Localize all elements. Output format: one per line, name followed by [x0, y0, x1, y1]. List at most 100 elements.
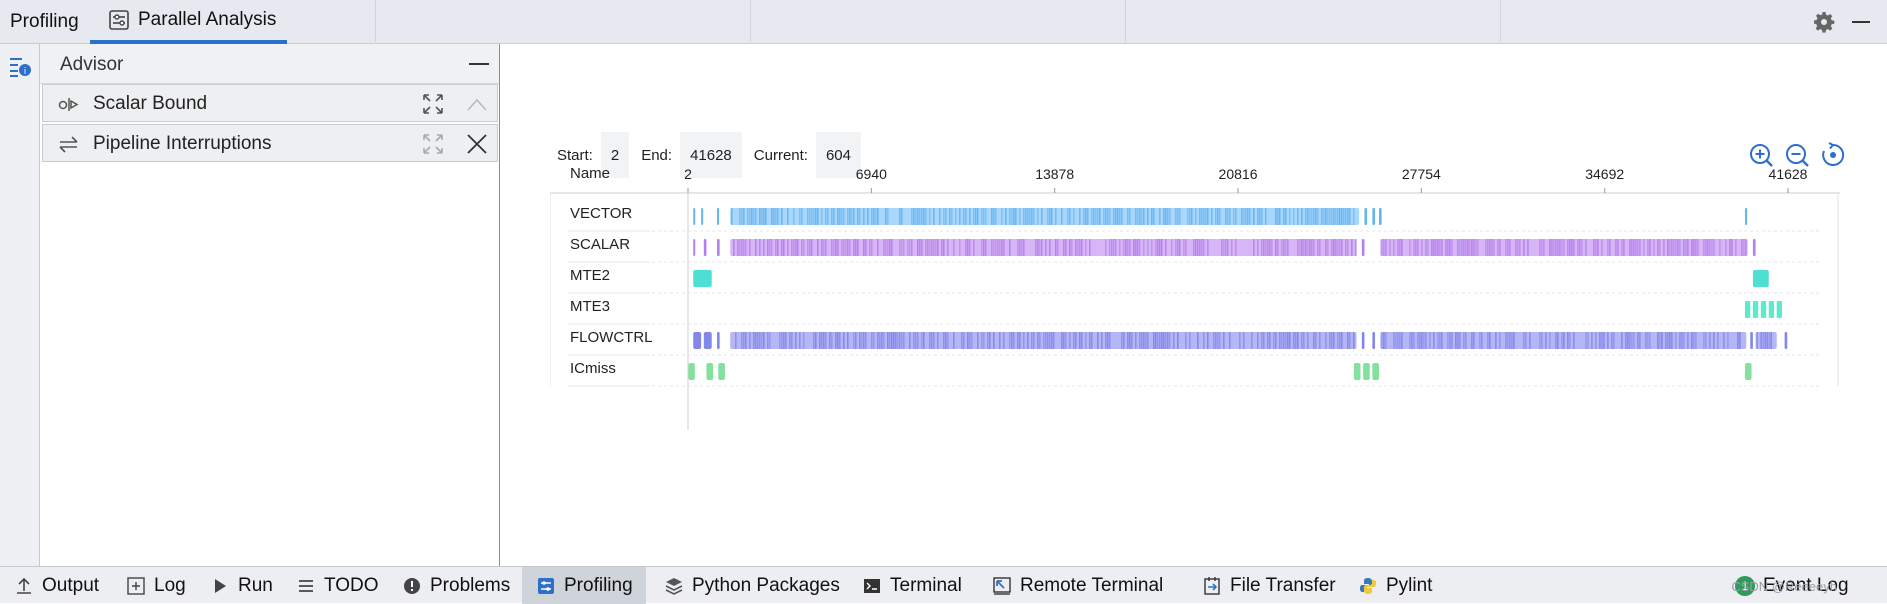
- profiling-icon: [538, 577, 554, 594]
- segment-vector[interactable]: [1378, 208, 1382, 225]
- tab-output-label: Output: [42, 574, 100, 596]
- segment-flowctrl[interactable]: [703, 332, 712, 349]
- tab-python-packages[interactable]: Python Packages: [664, 567, 840, 604]
- pipeline-timeline-chart: Name 2 6940 13878 20816 27754 34692 41628 VECT…: [550, 160, 1840, 430]
- advisor-minimize-icon[interactable]: [469, 63, 489, 65]
- svg-text:i: i: [24, 67, 27, 77]
- layers-icon: [665, 577, 683, 595]
- terminal-icon: [864, 578, 880, 593]
- advisor-item-label: Pipeline Interruptions: [93, 133, 272, 154]
- tab-profiling[interactable]: Profiling: [10, 0, 79, 44]
- segment-vector[interactable]: [730, 208, 1360, 225]
- segment-mte3[interactable]: [1744, 301, 1751, 318]
- advisor-panel-icon[interactable]: i: [8, 54, 32, 78]
- segment-vector[interactable]: [717, 208, 720, 225]
- list-icon: [299, 579, 313, 592]
- segment-flowctrl[interactable]: [693, 332, 702, 349]
- tab-log[interactable]: Log: [126, 567, 186, 604]
- advisor-panel: Advisor Scalar Bound Pipeline Interrupti…: [40, 44, 500, 566]
- segment-flowctrl[interactable]: [717, 332, 720, 349]
- tab-run-label: Run: [238, 574, 273, 596]
- segment-mte2[interactable]: [1752, 270, 1769, 287]
- segment-vector[interactable]: [701, 208, 704, 225]
- segment-flowctrl[interactable]: [1361, 332, 1365, 349]
- tab-output[interactable]: Output: [14, 567, 99, 604]
- segment-scalar[interactable]: [730, 239, 1357, 256]
- segment-vector[interactable]: [1364, 208, 1368, 225]
- minimize-icon[interactable]: [1852, 21, 1870, 23]
- segment-flowctrl[interactable]: [1380, 332, 1747, 349]
- segment-mte3[interactable]: [1768, 301, 1775, 318]
- tab-remote-terminal-label: Remote Terminal: [1020, 574, 1164, 596]
- segment-scalar[interactable]: [1752, 239, 1756, 256]
- bottom-tool-bar: Output Log Run TODO Problems Profiling P…: [0, 566, 1887, 604]
- tab-terminal[interactable]: Terminal: [862, 567, 962, 604]
- parallel-analysis-icon: [109, 10, 129, 30]
- tab-run[interactable]: Run: [210, 567, 273, 604]
- upload-icon: [17, 577, 31, 594]
- tab-profiling-bottom-label: Profiling: [564, 574, 633, 596]
- collapse-chevron-icon[interactable]: [465, 92, 489, 116]
- tab-profiling-label: Profiling: [10, 11, 79, 32]
- plus-box-icon: [127, 576, 145, 595]
- tab-parallel-analysis-label: Parallel Analysis: [138, 9, 277, 30]
- tab-divider: [1125, 0, 1126, 44]
- segment-mte2[interactable]: [693, 270, 712, 287]
- tab-terminal-label: Terminal: [890, 574, 962, 596]
- expand-icon[interactable]: [421, 92, 445, 116]
- segment-icmiss[interactable]: [1372, 363, 1379, 380]
- segment-icmiss[interactable]: [1744, 363, 1752, 380]
- tab-remote-terminal[interactable]: Remote Terminal: [992, 567, 1163, 604]
- alert-circle-icon: [404, 577, 420, 594]
- segment-icmiss[interactable]: [688, 363, 695, 380]
- segment-scalar[interactable]: [1380, 239, 1748, 256]
- tab-divider: [750, 0, 751, 44]
- segment-scalar[interactable]: [693, 239, 696, 256]
- tab-todo[interactable]: TODO: [296, 567, 379, 604]
- tab-pylint-label: Pylint: [1386, 574, 1433, 596]
- advisor-title: Advisor: [60, 54, 124, 75]
- segment-scalar[interactable]: [717, 239, 720, 256]
- advisor-item-pipeline-interruptions[interactable]: Pipeline Interruptions: [42, 124, 498, 162]
- tab-problems[interactable]: Problems: [402, 567, 510, 604]
- segment-flowctrl[interactable]: [1755, 332, 1777, 349]
- tab-pylint[interactable]: Pylint: [1358, 567, 1432, 604]
- tab-log-label: Log: [154, 574, 186, 596]
- close-icon[interactable]: [465, 132, 489, 156]
- tab-parallel-analysis[interactable]: Parallel Analysis: [90, 0, 287, 44]
- segment-scalar[interactable]: [703, 239, 707, 256]
- segment-flowctrl[interactable]: [1784, 332, 1788, 349]
- tab-profiling-bottom[interactable]: Profiling: [522, 567, 646, 604]
- segment-icmiss[interactable]: [1363, 363, 1370, 380]
- segment-mte3[interactable]: [1752, 301, 1759, 318]
- segment-flowctrl[interactable]: [1372, 332, 1376, 349]
- segment-mte3[interactable]: [1760, 301, 1767, 318]
- segment-icmiss[interactable]: [718, 363, 725, 380]
- tab-divider: [375, 0, 376, 44]
- advisor-header: Advisor: [40, 44, 499, 84]
- tab-file-transfer[interactable]: File Transfer: [1202, 567, 1336, 604]
- segment-vector[interactable]: [693, 208, 696, 225]
- segment-mte3[interactable]: [1776, 301, 1782, 318]
- expand-icon[interactable]: [421, 132, 445, 156]
- segment-flowctrl[interactable]: [730, 332, 1357, 349]
- segment-vector[interactable]: [1744, 208, 1748, 225]
- tab-todo-label: TODO: [324, 574, 379, 596]
- left-tool-strip: i: [0, 44, 40, 566]
- segment-icmiss[interactable]: [1353, 363, 1361, 380]
- tab-divider: [1500, 0, 1501, 44]
- timeline-plot[interactable]: [550, 160, 1840, 430]
- gear-icon[interactable]: [1812, 10, 1836, 34]
- file-transfer-icon: [1204, 576, 1220, 595]
- scalar-bound-icon: [58, 98, 79, 111]
- play-icon: [215, 578, 226, 593]
- segment-icmiss[interactable]: [706, 363, 714, 380]
- advisor-item-scalar-bound[interactable]: Scalar Bound: [42, 84, 498, 122]
- segment-scalar[interactable]: [1361, 239, 1365, 256]
- tab-file-transfer-label: File Transfer: [1230, 574, 1336, 596]
- remote-terminal-icon: [993, 576, 1011, 595]
- segment-vector[interactable]: [1372, 208, 1376, 225]
- segment-flowctrl[interactable]: [1750, 332, 1753, 349]
- advisor-item-label: Scalar Bound: [93, 93, 208, 114]
- python-icon: [1360, 577, 1376, 594]
